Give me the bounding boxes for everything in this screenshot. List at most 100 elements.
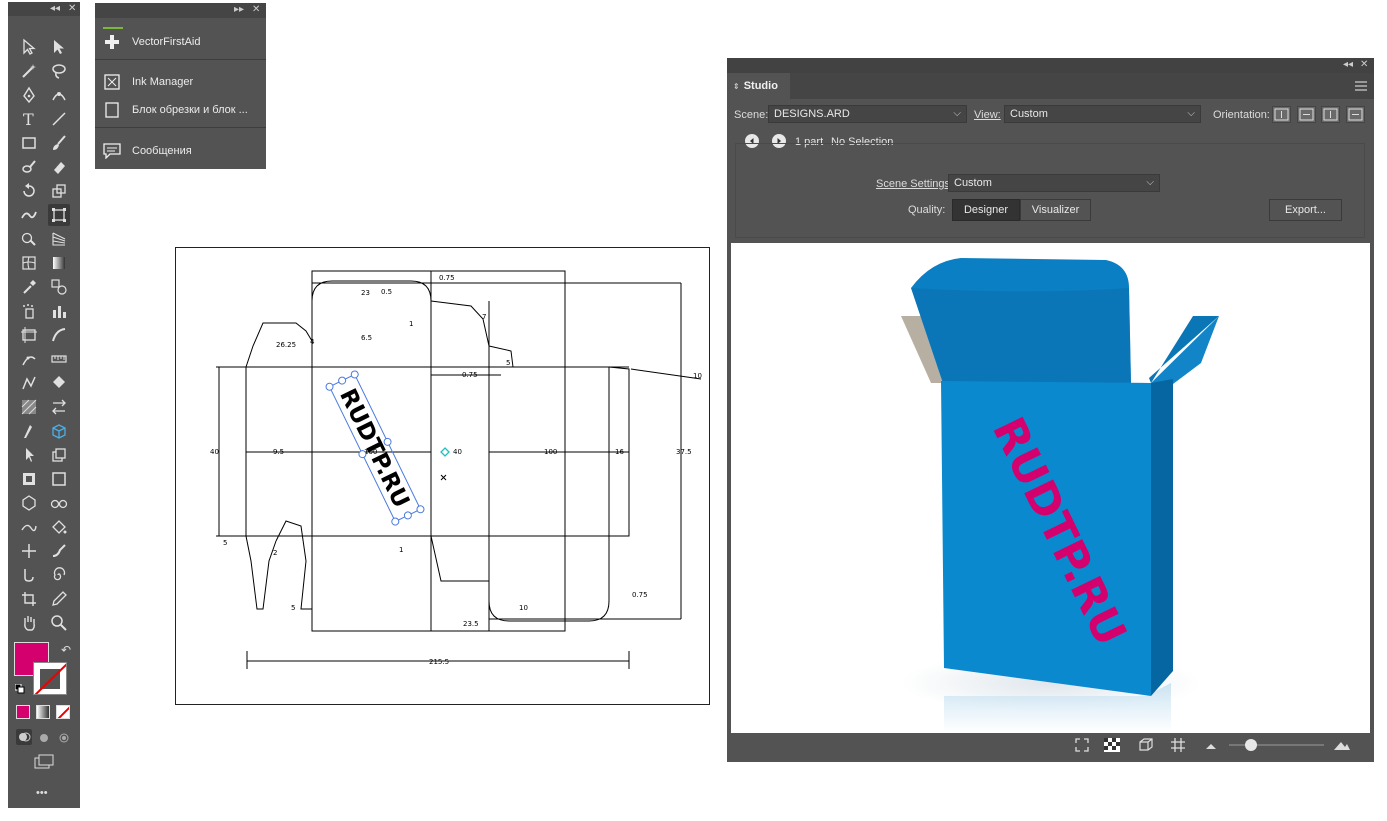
plugins-panel-header: ▸▸ ✕ <box>95 3 266 18</box>
default-colors-icon[interactable] <box>14 683 25 694</box>
swap-fill-stroke-icon[interactable]: ↶ <box>61 643 71 657</box>
selection-arrow-icon[interactable] <box>18 444 40 466</box>
knife-tool-icon[interactable] <box>18 420 40 442</box>
draw-normal-icon[interactable] <box>16 729 32 745</box>
expand-icon[interactable]: ▸▸ <box>234 4 244 15</box>
studio-panel: ◂◂ ✕ ⇕ Studio Scene: DESIGNS.ARD ⌵ View:… <box>727 58 1374 762</box>
collapse-icon[interactable]: ◂◂ <box>50 3 60 14</box>
layer-swatch-icon[interactable] <box>18 468 40 490</box>
color-mode-icon[interactable] <box>16 705 30 719</box>
ink-manager-item[interactable]: Ink Manager <box>103 70 193 94</box>
stroke-none-swatch[interactable] <box>33 662 67 695</box>
crosshair-icon[interactable] <box>18 540 40 562</box>
rotate-tool-icon[interactable] <box>18 180 40 202</box>
shape-builder-tool-icon[interactable] <box>18 228 40 250</box>
direct-selection-tool-icon[interactable] <box>48 36 70 58</box>
draw-behind-icon[interactable] <box>36 729 52 745</box>
pattern-swatch-icon[interactable] <box>18 396 40 418</box>
magic-wand-tool-icon[interactable] <box>18 60 40 82</box>
arrange-icon[interactable] <box>48 444 70 466</box>
spiral-icon[interactable] <box>48 564 70 586</box>
tab-studio[interactable]: ⇕ Studio <box>727 73 790 99</box>
export-button[interactable]: Export... <box>1269 199 1342 221</box>
pencil-icon[interactable] <box>48 588 70 610</box>
eraser-tool-icon[interactable] <box>48 156 70 178</box>
rudtp-text-object[interactable]: RUDTP.RU <box>325 370 425 526</box>
paintbrush-tool-icon[interactable] <box>48 132 70 154</box>
slice-tool-icon[interactable] <box>48 324 70 346</box>
square-icon[interactable] <box>48 468 70 490</box>
scene-settings-select[interactable]: Custom ⌵ <box>948 174 1160 192</box>
symbol-sprayer-tool-icon[interactable] <box>18 300 40 322</box>
gradient-mode-icon[interactable] <box>36 705 50 719</box>
paint-bucket-icon[interactable] <box>48 516 70 538</box>
scene-select[interactable]: DESIGNS.ARD ⌵ <box>768 105 967 123</box>
draw-inside-icon[interactable] <box>56 729 72 745</box>
mesh-tool-icon[interactable] <box>18 252 40 274</box>
quality-visualizer-button[interactable]: Visualizer <box>1020 199 1091 221</box>
3d-cube-icon[interactable] <box>48 420 70 442</box>
smooth-brush-icon[interactable] <box>48 540 70 562</box>
blob-brush-tool-icon[interactable] <box>18 156 40 178</box>
rectangle-tool-icon[interactable] <box>18 132 40 154</box>
checkerboard-icon[interactable] <box>1104 738 1120 752</box>
ruler-tool-icon[interactable] <box>48 348 70 370</box>
messages-item[interactable]: Сообщения <box>103 139 192 163</box>
live-paint-bucket-icon[interactable] <box>48 372 70 394</box>
trim-bleed-item[interactable]: Блок обрезки и блок ... <box>103 98 248 122</box>
hand-tool-icon[interactable] <box>18 612 40 634</box>
plus-icon <box>103 33 121 51</box>
none-mode-icon[interactable] <box>56 705 70 719</box>
curvature-tool-icon[interactable] <box>48 84 70 106</box>
scale-tool-icon[interactable] <box>48 180 70 202</box>
polygon-icon[interactable] <box>18 492 40 514</box>
grid-icon[interactable] <box>1170 737 1186 753</box>
warp-tool-icon[interactable] <box>18 204 40 226</box>
box-view-icon[interactable] <box>1138 737 1154 753</box>
blend-tool-icon[interactable] <box>48 276 70 298</box>
column-graph-tool-icon[interactable] <box>48 300 70 322</box>
collapse-icon[interactable]: ◂◂ <box>1343 59 1353 70</box>
swap-arrows-icon[interactable] <box>48 396 70 418</box>
zoom-slider-track[interactable] <box>1229 744 1324 746</box>
orientation-top-button[interactable] <box>1272 106 1291 123</box>
glasses-icon[interactable] <box>48 492 70 514</box>
type-tool-icon[interactable]: T <box>18 108 40 130</box>
lasso-tool-icon[interactable] <box>48 60 70 82</box>
perspective-grid-tool-icon[interactable] <box>48 228 70 250</box>
hook-icon[interactable] <box>18 564 40 586</box>
quality-designer-button[interactable]: Designer <box>952 199 1020 221</box>
gradient-tool-icon[interactable] <box>48 252 70 274</box>
crop-icon[interactable] <box>18 588 40 610</box>
zoom-tool-icon[interactable] <box>48 612 70 634</box>
puppet-warp-tool-icon[interactable] <box>18 372 40 394</box>
fit-view-icon[interactable] <box>1075 738 1089 752</box>
chevron-down-icon: ⌵ <box>1187 108 1195 119</box>
panel-menu-icon[interactable] <box>1355 81 1367 91</box>
dim-label: 5 <box>223 539 227 547</box>
selection-tool-icon[interactable] <box>18 36 40 58</box>
free-transform-tool-icon[interactable] <box>48 204 70 226</box>
artboard[interactable]: 0.75 23 0.5 1 6.5 26.25 4 0.75 5 7 10 40… <box>175 247 710 705</box>
close-icon[interactable]: ✕ <box>1360 59 1368 70</box>
more-tools-icon[interactable]: ••• <box>36 787 48 799</box>
artboard-tool-icon[interactable] <box>18 324 40 346</box>
eyedropper-tool-icon[interactable] <box>18 276 40 298</box>
3d-viewport[interactable]: RUDTP.RU <box>731 243 1370 733</box>
pen-tool-icon[interactable] <box>18 84 40 106</box>
close-icon[interactable]: ✕ <box>252 4 260 15</box>
zoom-out-icon[interactable] <box>1205 741 1217 749</box>
zoom-in-icon[interactable] <box>1333 739 1351 751</box>
dim-label: 26.25 <box>276 341 296 349</box>
close-icon[interactable]: ✕ <box>68 3 76 14</box>
line-segment-tool-icon[interactable] <box>48 108 70 130</box>
orientation-bottom-button[interactable] <box>1321 106 1340 123</box>
orientation-right-button[interactable] <box>1297 106 1316 123</box>
orientation-left-button[interactable] <box>1346 106 1365 123</box>
vectorfirstaid-item[interactable]: VectorFirstAid <box>103 30 200 54</box>
zoom-slider-thumb[interactable] <box>1245 739 1257 751</box>
width-tool-icon[interactable] <box>18 348 40 370</box>
path-curve-icon[interactable] <box>18 516 40 538</box>
view-select[interactable]: Custom ⌵ <box>1004 105 1201 123</box>
screen-mode-icon[interactable] <box>32 753 56 771</box>
